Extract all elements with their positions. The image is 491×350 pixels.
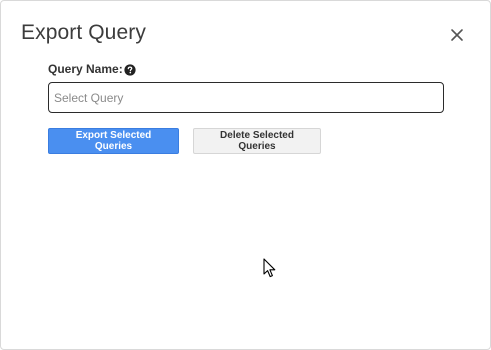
- close-button[interactable]: [447, 25, 467, 45]
- dialog-title: Export Query: [21, 21, 146, 44]
- close-icon: [451, 29, 463, 41]
- delete-selected-queries-button[interactable]: Delete Selected Queries: [193, 128, 321, 154]
- export-selected-queries-button[interactable]: Export Selected Queries: [48, 128, 179, 154]
- query-name-label-row: Query Name:: [48, 61, 136, 77]
- export-query-dialog: Export Query Query Name: Export Selected…: [0, 0, 491, 350]
- question-circle-icon[interactable]: [124, 63, 136, 76]
- query-name-label: Query Name:: [48, 62, 123, 76]
- query-name-input[interactable]: [48, 82, 444, 113]
